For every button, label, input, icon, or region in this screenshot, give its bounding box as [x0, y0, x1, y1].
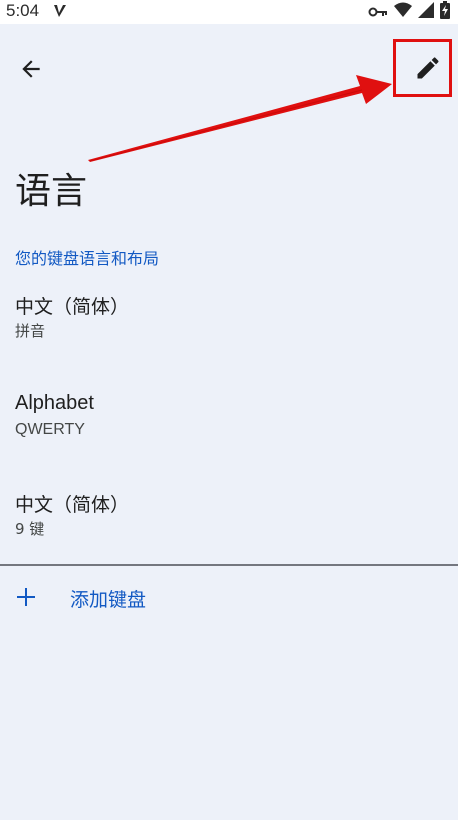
status-time: 5:04	[6, 1, 40, 20]
add-keyboard-label: 添加键盘	[70, 589, 147, 611]
wifi-icon	[394, 2, 412, 22]
arrow-back-icon	[22, 60, 40, 78]
status-icons	[368, 1, 450, 23]
language-item-chinese-9key[interactable]: 中文（简体） 9 键	[0, 490, 458, 570]
back-button[interactable]	[14, 52, 48, 86]
language-item-subtitle: 9 键	[15, 520, 45, 538]
list-divider	[0, 564, 458, 566]
language-item-title: 中文（简体）	[15, 296, 130, 318]
battery-charging-icon	[440, 1, 450, 23]
section-header: 您的键盘语言和布局	[15, 249, 160, 268]
annotation-highlight-box	[393, 39, 452, 97]
language-item-subtitle: QWERTY	[15, 421, 85, 438]
language-item-title: Alphabet	[15, 392, 94, 414]
status-bar: 5:04	[0, 0, 458, 24]
app-notification-icon	[52, 3, 68, 19]
language-item-alphabet-qwerty[interactable]: Alphabet QWERTY	[0, 392, 458, 472]
signal-icon	[418, 2, 434, 22]
page-title: 语言	[15, 171, 88, 212]
language-item-subtitle: 拼音	[15, 322, 46, 340]
language-item-chinese-pinyin[interactable]: 中文（简体） 拼音	[0, 292, 458, 372]
plus-icon	[17, 588, 35, 606]
language-item-title: 中文（简体）	[15, 494, 130, 516]
vpn-key-icon	[368, 3, 388, 22]
language-settings-screen: 5:04 语言 您的键盘语言和布局 中文（简体） 拼音 Alphabet QWE…	[0, 0, 458, 820]
add-keyboard-button[interactable]: 添加键盘	[0, 574, 458, 622]
